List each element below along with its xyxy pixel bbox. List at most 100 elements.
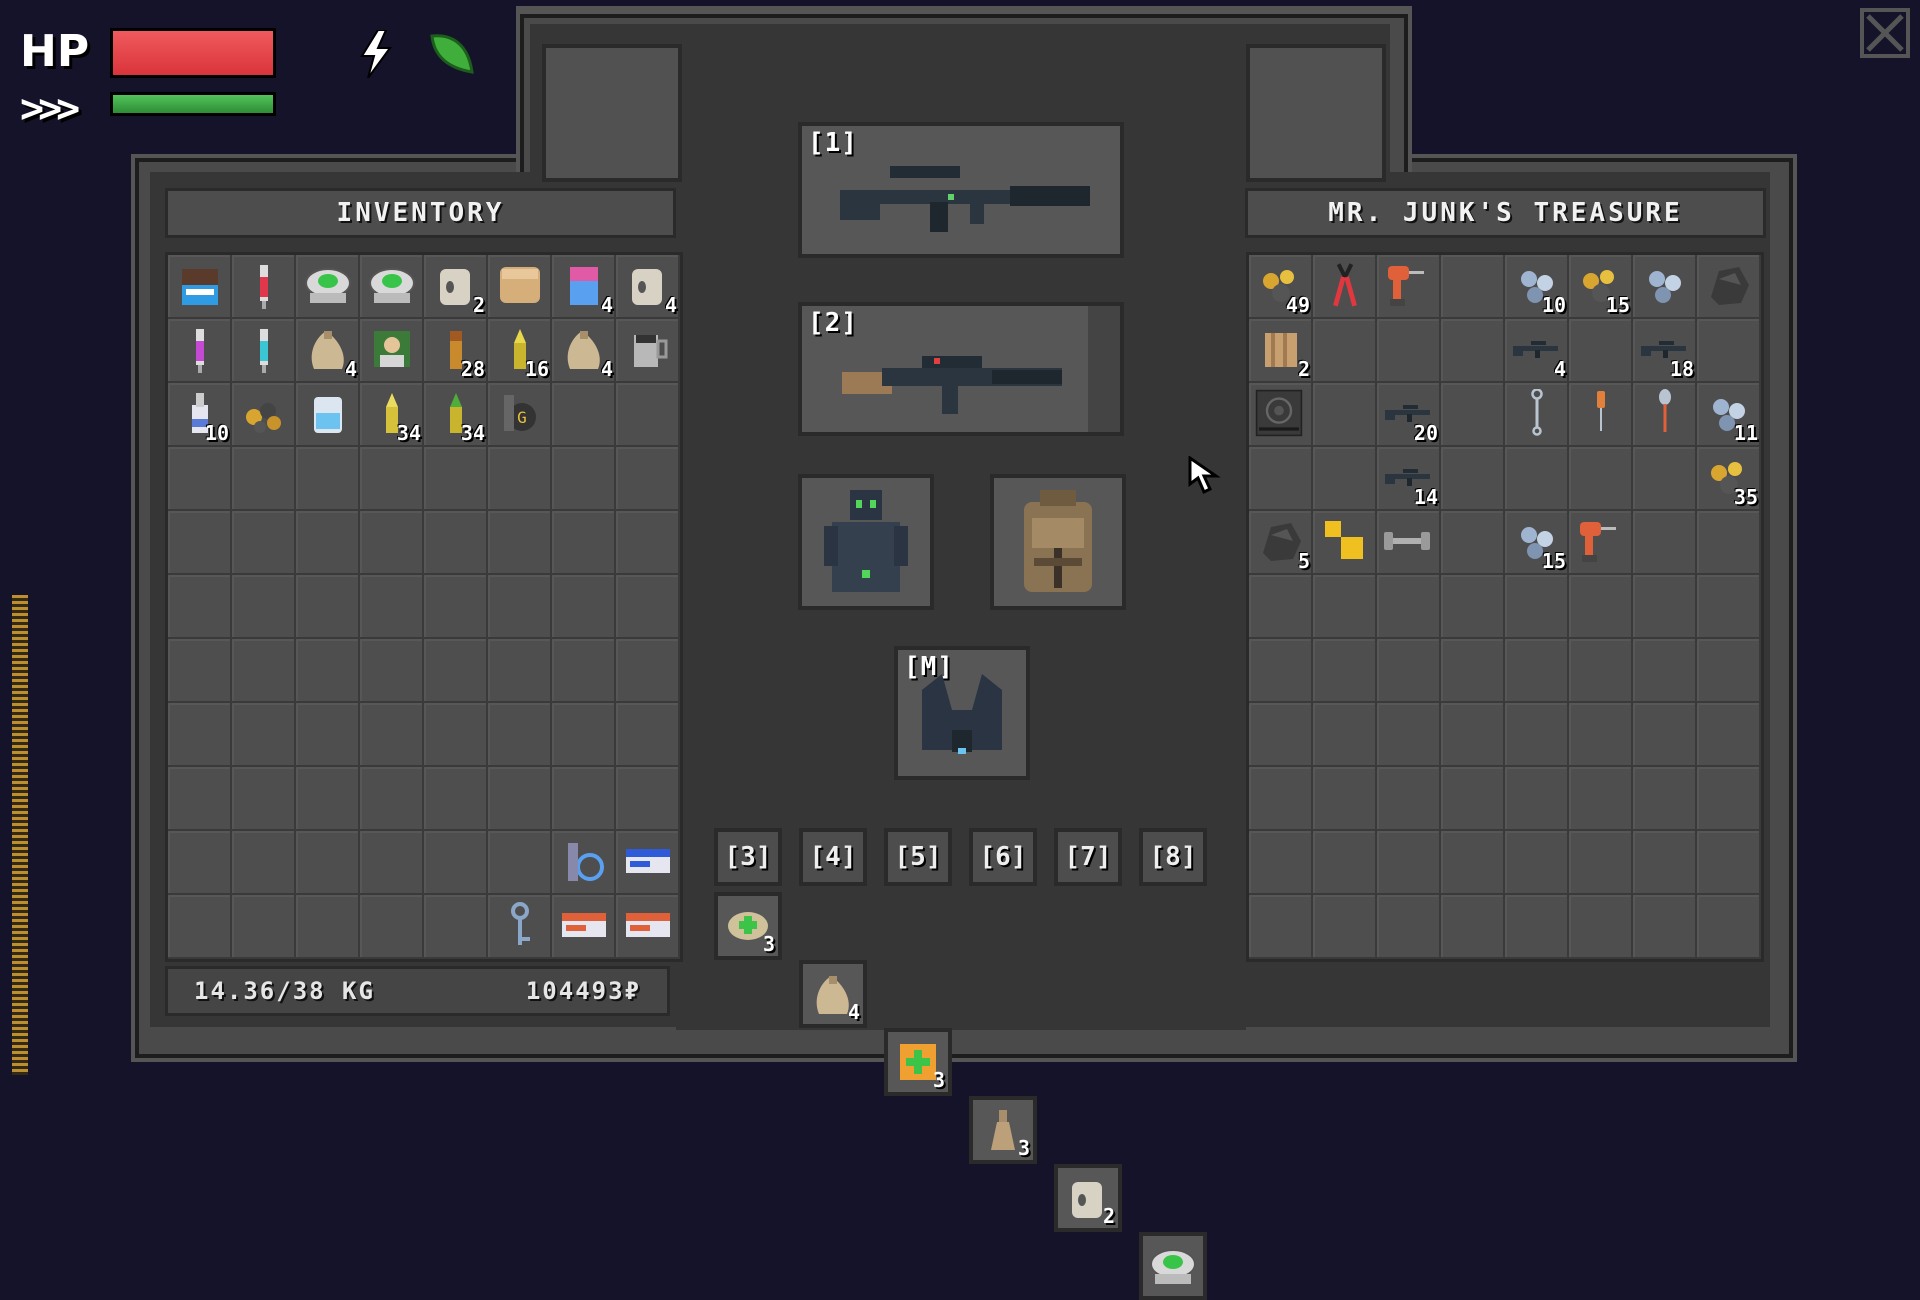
inventory-cell[interactable] [296, 255, 360, 319]
store-cell[interactable] [1505, 639, 1569, 703]
inventory-cell[interactable]: 4 [552, 255, 616, 319]
store-cell[interactable] [1377, 767, 1441, 831]
inventory-cell[interactable] [360, 831, 424, 895]
store-cell[interactable] [1505, 383, 1569, 447]
store-cell[interactable] [1377, 639, 1441, 703]
inventory-cell[interactable] [360, 511, 424, 575]
store-cell[interactable] [1249, 639, 1313, 703]
primary-weapon-slot[interactable]: [1] [798, 122, 1124, 258]
inventory-cell[interactable] [296, 511, 360, 575]
store-cell[interactable] [1633, 383, 1697, 447]
inventory-cell[interactable] [296, 831, 360, 895]
store-cell[interactable] [1569, 383, 1633, 447]
store-cell[interactable]: 5 [1249, 511, 1313, 575]
inventory-cell[interactable] [296, 383, 360, 447]
store-cell[interactable] [1313, 895, 1377, 959]
store-cell[interactable] [1569, 575, 1633, 639]
store-cell[interactable] [1633, 895, 1697, 959]
inventory-cell[interactable] [552, 511, 616, 575]
store-cell[interactable] [1697, 767, 1761, 831]
inventory-cell[interactable] [552, 575, 616, 639]
store-cell[interactable] [1313, 319, 1377, 383]
inventory-cell[interactable] [552, 447, 616, 511]
inventory-cell[interactable] [360, 575, 424, 639]
inventory-cell[interactable] [232, 575, 296, 639]
store-cell[interactable] [1313, 703, 1377, 767]
store-cell[interactable] [1569, 639, 1633, 703]
store-cell[interactable]: 20 [1377, 383, 1441, 447]
inventory-cell[interactable] [424, 703, 488, 767]
inventory-cell[interactable] [616, 767, 680, 831]
store-cell[interactable] [1377, 895, 1441, 959]
store-cell[interactable] [1505, 767, 1569, 831]
inventory-cell[interactable] [552, 895, 616, 959]
inventory-cell[interactable] [488, 767, 552, 831]
inventory-cell[interactable]: 28 [424, 319, 488, 383]
inventory-cell[interactable] [616, 895, 680, 959]
inventory-cell[interactable] [168, 767, 232, 831]
inventory-cell[interactable] [616, 319, 680, 383]
store-cell[interactable] [1569, 703, 1633, 767]
store-cell[interactable]: 15 [1505, 511, 1569, 575]
store-cell[interactable] [1569, 511, 1633, 575]
inventory-cell[interactable] [168, 703, 232, 767]
store-cell[interactable] [1633, 511, 1697, 575]
inventory-cell[interactable] [616, 831, 680, 895]
store-cell[interactable]: 4 [1505, 319, 1569, 383]
inventory-cell[interactable] [616, 639, 680, 703]
store-cell[interactable] [1249, 767, 1313, 831]
inventory-cell[interactable]: 34 [360, 383, 424, 447]
store-cell[interactable] [1313, 575, 1377, 639]
inventory-cell[interactable] [552, 831, 616, 895]
store-cell[interactable] [1697, 639, 1761, 703]
hotbar-slot[interactable] [1139, 1232, 1207, 1300]
inventory-cell[interactable] [296, 703, 360, 767]
store-cell[interactable] [1441, 447, 1505, 511]
inventory-cell[interactable]: 10 [168, 383, 232, 447]
inventory-cell[interactable] [360, 895, 424, 959]
inventory-cell[interactable] [488, 255, 552, 319]
inventory-cell[interactable] [488, 511, 552, 575]
store-cell[interactable] [1697, 895, 1761, 959]
inventory-cell[interactable] [488, 703, 552, 767]
inventory-cell[interactable] [424, 639, 488, 703]
melee-slot[interactable]: [M] [894, 646, 1030, 780]
inventory-cell[interactable] [296, 767, 360, 831]
hotbar-slot[interactable]: 3 [969, 1096, 1037, 1164]
armor-slot[interactable] [798, 474, 934, 610]
inventory-cell[interactable] [232, 255, 296, 319]
store-cell[interactable] [1377, 511, 1441, 575]
store-cell[interactable] [1633, 575, 1697, 639]
store-cell[interactable] [1569, 767, 1633, 831]
inventory-cell[interactable]: 2 [424, 255, 488, 319]
store-cell[interactable] [1441, 383, 1505, 447]
inventory-cell[interactable] [616, 511, 680, 575]
store-cell[interactable] [1441, 703, 1505, 767]
store-cell[interactable] [1441, 895, 1505, 959]
store-cell[interactable] [1441, 767, 1505, 831]
inventory-cell[interactable]: 4 [552, 319, 616, 383]
inventory-cell[interactable] [552, 383, 616, 447]
store-cell[interactable] [1441, 639, 1505, 703]
store-cell[interactable] [1249, 831, 1313, 895]
inventory-cell[interactable] [616, 447, 680, 511]
inventory-cell[interactable] [488, 639, 552, 703]
inventory-cell[interactable] [232, 447, 296, 511]
inventory-cell[interactable] [360, 255, 424, 319]
inventory-cell[interactable]: 4 [616, 255, 680, 319]
store-cell[interactable] [1313, 383, 1377, 447]
hotbar-slot[interactable]: 4 [799, 960, 867, 1028]
inventory-cell[interactable] [232, 639, 296, 703]
inventory-cell[interactable] [360, 319, 424, 383]
store-cell[interactable] [1377, 575, 1441, 639]
inventory-cell[interactable] [488, 575, 552, 639]
store-cell[interactable] [1313, 511, 1377, 575]
store-cell[interactable] [1441, 511, 1505, 575]
store-cell[interactable] [1633, 447, 1697, 511]
store-cell[interactable] [1249, 447, 1313, 511]
inventory-cell[interactable] [232, 511, 296, 575]
store-cell[interactable] [1313, 255, 1377, 319]
inventory-cell[interactable] [296, 447, 360, 511]
store-cell[interactable]: 2 [1249, 319, 1313, 383]
store-cell[interactable]: 14 [1377, 447, 1441, 511]
